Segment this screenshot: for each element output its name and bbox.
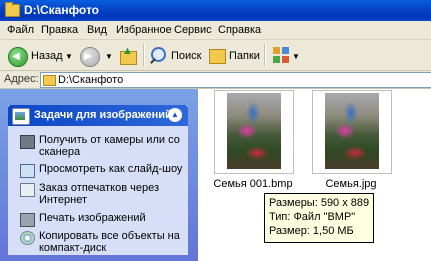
folders-button[interactable]: Папки [207,45,260,65]
collapse-chevron-icon[interactable]: ▲ [168,108,182,122]
menu-edit[interactable]: Правка [41,24,78,36]
cd-icon [20,231,35,245]
printer-icon [20,213,35,227]
address-input[interactable]: D:\Сканфото [40,72,431,88]
file-name: Семья.jpg [325,178,377,190]
folders-icon [209,49,226,64]
menu-view[interactable]: Вид [87,24,107,36]
back-button[interactable]: ◀ Назад [8,45,70,67]
file-name: Семья 001.bmp [213,178,293,190]
menu-help[interactable]: Справка [218,24,261,36]
toolbar-separator [143,44,145,66]
tooltip-filesize: Размер: 1,50 МБ [269,225,354,237]
task-pane: Задачи для изображений ▲ Получить от кам… [0,89,198,261]
folder-icon [5,2,20,17]
file-info-tooltip: Размеры: 590 x 889 Тип: Файл "BMP" Разме… [264,193,374,243]
task-slideshow[interactable]: Просмотреть как слайд-шоу [20,163,185,178]
folders-label: Папки [229,50,260,62]
print-order-icon [20,183,35,197]
task-label: Получить от камеры или со сканера [39,134,180,158]
views-icon [273,47,289,63]
up-arrow-icon: ▲ [122,45,133,57]
menu-bar: Файл Правка Вид Избранное Сервис Справка [0,21,431,40]
picture-tasks-panel: Задачи для изображений ▲ Получить от кам… [8,105,188,255]
task-copy-to-cd[interactable]: Копировать все объекты на компакт-диск [20,230,185,256]
tooltip-type: Тип: Файл "BMP" [269,211,356,223]
address-label: Адрес: [4,73,39,85]
search-label: Поиск [171,50,202,62]
forward-arrow-icon: ▶ [80,47,100,67]
menu-favorites[interactable]: Избранное [116,24,172,36]
menu-file[interactable]: Файл [7,24,34,36]
picture-tasks-title: Задачи для изображений [34,109,172,121]
up-folder-button[interactable]: ▲ [118,45,138,65]
file-item[interactable]: Семья.jpg [306,90,398,190]
task-order-prints[interactable]: Заказ отпечатков через Интернет [20,182,185,208]
task-get-from-camera[interactable]: Получить от камеры или со сканера [20,134,185,160]
task-label: Заказ отпечатков через Интернет [39,182,160,206]
task-print-pictures[interactable]: Печать изображений [20,212,185,227]
task-label: Просмотреть как слайд-шоу [39,163,183,175]
menu-tools[interactable]: Сервис [174,24,212,36]
back-dropdown-icon[interactable]: ▼ [65,52,73,61]
picture-tasks-header[interactable]: Задачи для изображений ▲ [8,105,188,126]
address-value: D:\Сканфото [58,74,124,86]
file-item[interactable]: Семья 001.bmp [212,90,304,190]
file-thumbnail [312,90,392,174]
tooltip-dimensions: Размеры: 590 x 889 [269,197,370,209]
slideshow-icon [20,164,35,178]
picture-tasks-icon [12,108,30,125]
task-label: Печать изображений [39,212,146,224]
title-bar: D:\Сканфото [0,0,431,21]
folder-icon [43,75,56,86]
task-label: Копировать все объекты на компакт-диск [39,230,180,254]
toolbar: ◀ Назад ▼ ▶ ▼ ▲ Поиск Папки ▼ [0,40,431,71]
search-button[interactable]: Поиск [149,45,202,65]
views-button[interactable]: ▼ [272,45,300,65]
photo-image [325,93,379,169]
file-thumbnail [214,90,294,174]
address-bar: Адрес: D:\Сканфото [0,71,431,89]
window-title: D:\Сканфото [24,3,100,17]
photo-image [227,93,281,169]
forward-button[interactable]: ▶ [80,45,102,67]
back-arrow-icon: ◀ [8,47,28,67]
forward-dropdown-icon[interactable]: ▼ [105,52,113,61]
toolbar-separator [264,44,266,66]
views-dropdown-icon: ▼ [292,52,300,61]
camera-icon [20,135,35,149]
back-label: Назад [31,50,63,62]
